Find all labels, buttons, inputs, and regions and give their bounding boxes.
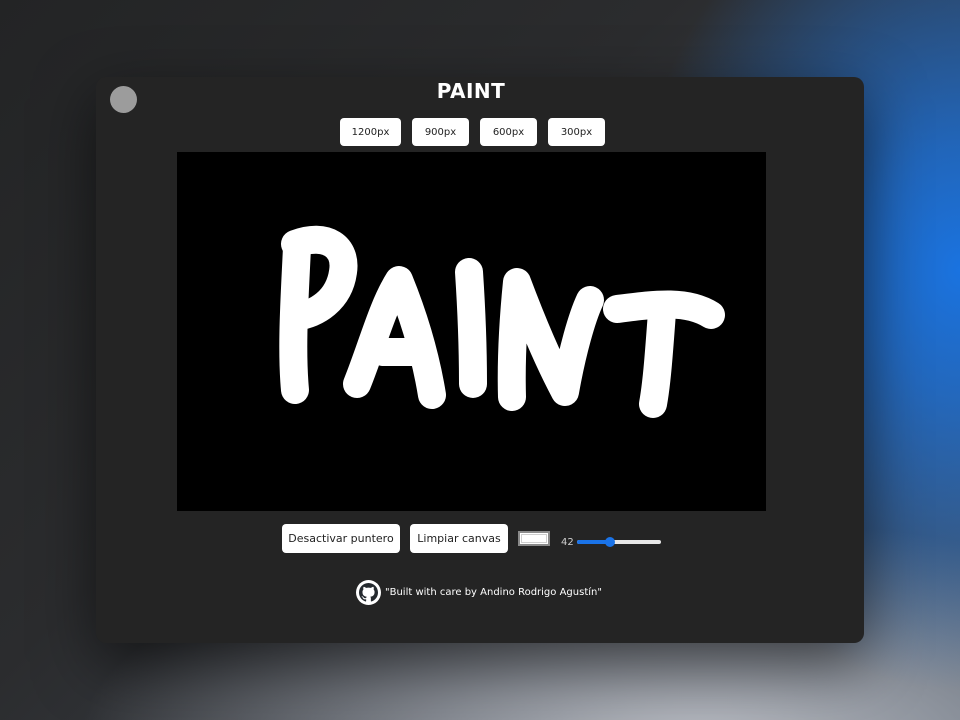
size-900-button[interactable]: 900px xyxy=(412,118,469,146)
color-picker[interactable] xyxy=(518,531,550,546)
brush-size-value: 42 xyxy=(561,537,574,548)
footer-credit-text: "Built with care by Andino Rodrigo Agust… xyxy=(385,587,602,598)
size-600-button[interactable]: 600px xyxy=(480,118,537,146)
footer: "Built with care by Andino Rodrigo Agust… xyxy=(356,580,602,605)
drawing-canvas[interactable] xyxy=(177,152,766,511)
stroke-letter-i xyxy=(455,258,487,398)
size-1200-button[interactable]: 1200px xyxy=(340,118,401,146)
canvas-drawing xyxy=(279,225,725,418)
clear-canvas-button[interactable]: Limpiar canvas xyxy=(410,524,508,553)
toggle-pointer-button[interactable]: Desactivar puntero xyxy=(282,524,400,553)
drawing-controls: Desactivar puntero Limpiar canvas 42 xyxy=(282,524,661,553)
app-title: PAINT xyxy=(436,79,506,103)
stroke-letter-a xyxy=(343,266,446,409)
stroke-letter-n xyxy=(497,268,604,411)
brush-size-slider[interactable] xyxy=(576,536,661,547)
slider-thumb[interactable] xyxy=(605,536,616,547)
canvas-size-buttons: 1200px 900px 600px 300px xyxy=(340,118,605,146)
github-icon[interactable] xyxy=(356,580,381,605)
stroke-letter-t-stem xyxy=(639,298,676,418)
github-icon-glyph xyxy=(359,583,378,602)
size-300-button[interactable]: 300px xyxy=(548,118,605,146)
